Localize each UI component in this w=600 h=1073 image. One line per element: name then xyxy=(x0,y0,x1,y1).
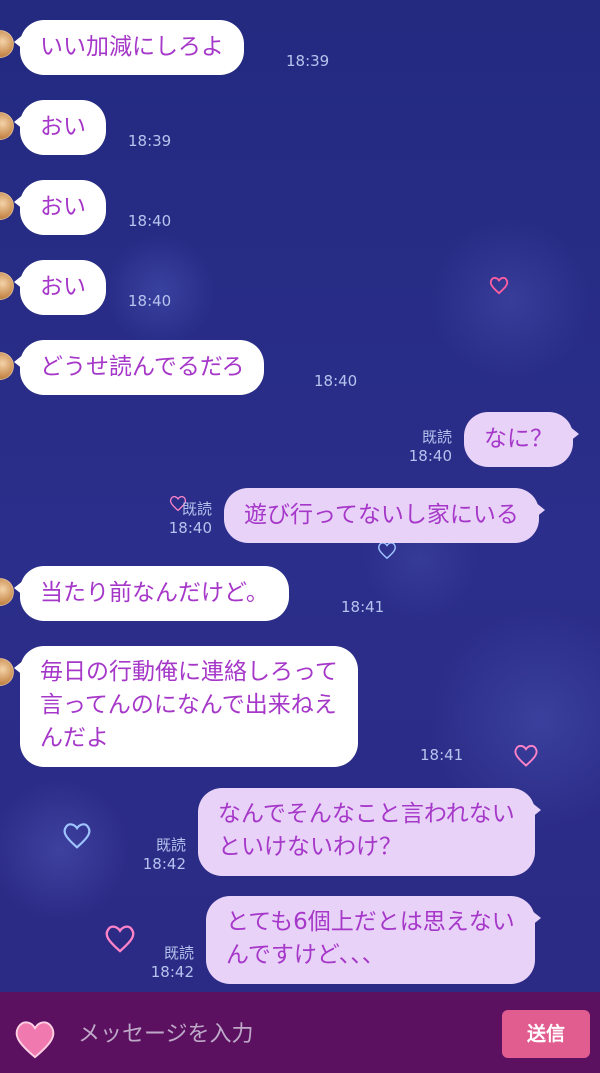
message-time: 18:42 xyxy=(150,963,194,981)
heart-icon[interactable] xyxy=(12,1017,58,1059)
message-time: 18:40 xyxy=(168,519,212,537)
message-time: 18:42 xyxy=(142,855,186,873)
message-read-status: 既読 18:40 xyxy=(390,428,452,466)
message-read-status: 既読 18:42 xyxy=(124,836,186,874)
message-time: 18:40 xyxy=(314,372,358,390)
message-time: 18:40 xyxy=(128,292,172,310)
message-read-status: 既読 18:42 xyxy=(132,944,194,982)
read-receipt: 既読 xyxy=(163,944,194,962)
message-bubble-incoming[interactable]: おい xyxy=(14,180,106,235)
heart-decoration-icon xyxy=(514,744,538,767)
heart-decoration-icon xyxy=(377,542,397,560)
message-line: とても6個上だとは思えない xyxy=(226,909,515,935)
message-line: 毎日の行動俺に連絡しろって xyxy=(40,659,338,685)
heart-decoration-icon xyxy=(63,823,91,849)
read-receipt: 既読 xyxy=(181,500,212,518)
message-input[interactable]: メッセージを入力 xyxy=(78,1020,254,1050)
message-line: んですけど、、、 xyxy=(226,942,385,968)
message-time: 18:41 xyxy=(420,746,464,764)
send-button[interactable]: 送信 xyxy=(502,1010,590,1058)
message-bubble-incoming[interactable]: 当たり前なんだけど。 xyxy=(14,566,289,621)
message-bubble-outgoing[interactable]: なんでそんなこと言われない といけないわけ？ xyxy=(198,788,541,876)
message-line: といけないわけ？ xyxy=(218,834,402,860)
read-receipt: 既読 xyxy=(421,428,452,446)
message-line: んだよ xyxy=(40,725,109,751)
message-time: 18:40 xyxy=(128,212,172,230)
message-read-status: 既読 18:40 xyxy=(150,500,212,538)
message-line: 言ってんのになんで出来ねえ xyxy=(40,692,337,718)
message-time: 18:39 xyxy=(286,52,330,70)
message-line: なんでそんなこと言われない xyxy=(218,801,515,827)
message-bubble-incoming[interactable]: どうせ読んでるだろ xyxy=(13,340,265,395)
heart-decoration-icon xyxy=(489,277,509,295)
message-time: 18:41 xyxy=(341,598,385,616)
read-receipt: 既読 xyxy=(155,836,186,854)
message-bubble-outgoing[interactable]: とても6個上だとは思えない んですけど、、、 xyxy=(206,896,541,984)
message-bubble-outgoing[interactable]: なに？ xyxy=(464,412,579,467)
message-bubble-incoming[interactable]: おい xyxy=(14,100,106,155)
message-bubble-incoming[interactable]: 毎日の行動俺に連絡しろって 言ってんのになんで出来ねえ んだよ xyxy=(14,646,358,767)
message-input-bar: メッセージを入力 送信 xyxy=(0,992,600,1073)
message-bubble-incoming[interactable]: いい加減にしろよ xyxy=(14,20,244,75)
message-time: 18:40 xyxy=(408,447,452,465)
message-bubble-outgoing[interactable]: 遊び行ってないし家にいる xyxy=(224,488,545,543)
message-time: 18:39 xyxy=(128,132,172,150)
message-bubble-incoming[interactable]: おい xyxy=(14,260,106,315)
